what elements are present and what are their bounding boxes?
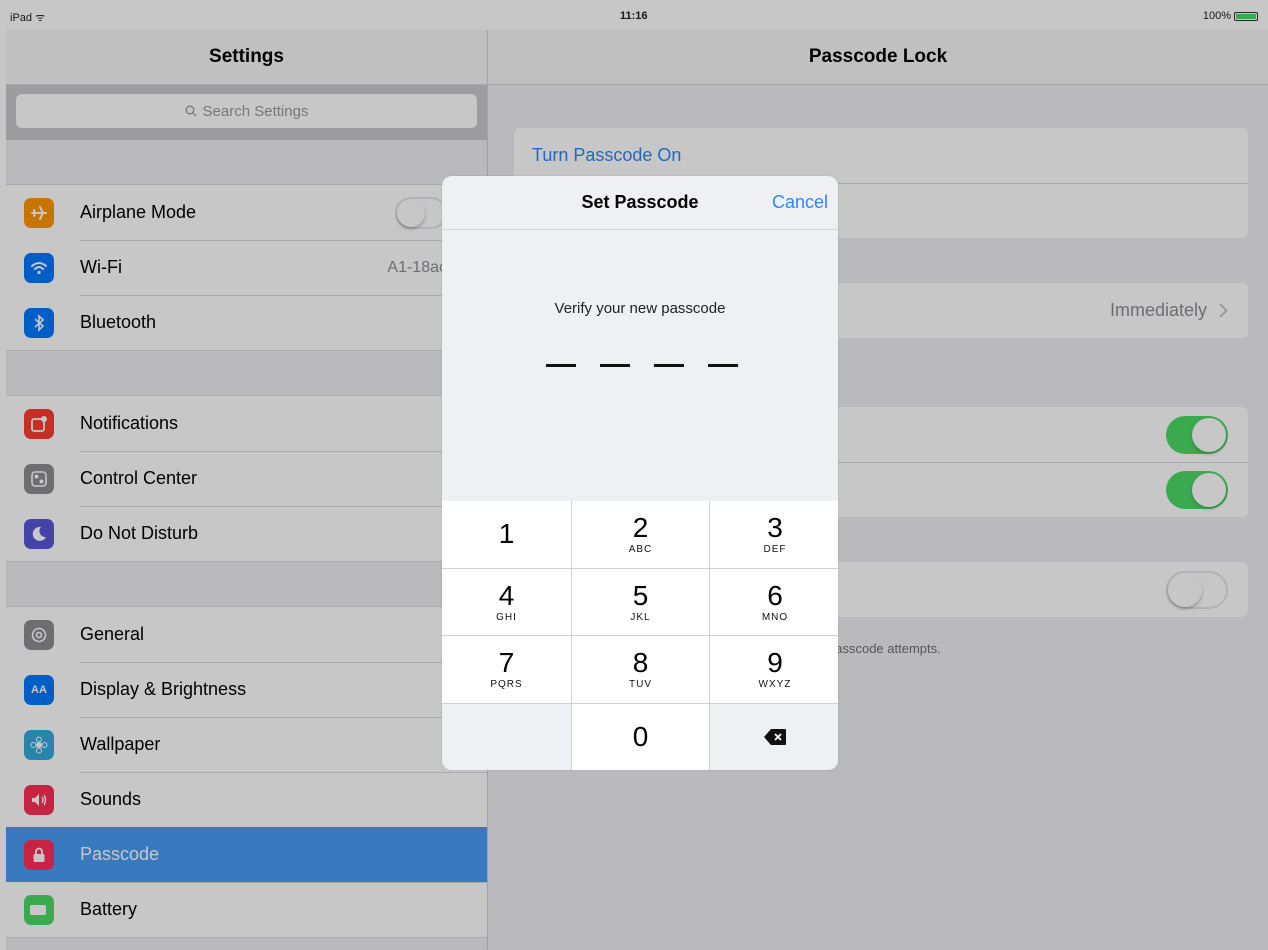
digit-slot xyxy=(600,364,630,367)
keypad-key-1[interactable]: 1 xyxy=(442,501,571,568)
key-digit: 8 xyxy=(632,647,649,679)
key-digit: 1 xyxy=(498,518,515,550)
digit-slot xyxy=(654,364,684,367)
keypad-key-7[interactable]: 7 PQRS xyxy=(442,636,571,703)
key-digit: 4 xyxy=(498,579,515,611)
key-letters: DEF xyxy=(763,544,787,556)
key-letters: MNO xyxy=(761,611,789,623)
keypad-key-3[interactable]: 3 DEF xyxy=(710,501,838,568)
delete-key[interactable] xyxy=(710,703,838,770)
digit-slot xyxy=(546,364,576,367)
ipad-screen: iPad ᯤ 11:16 100% Settings Search Settin… xyxy=(0,0,1268,950)
key-letters: PQRS xyxy=(490,679,523,691)
set-passcode-modal: Set Passcode Cancel Verify your new pass… xyxy=(442,176,838,770)
keypad-key-9[interactable]: 9 WXYZ xyxy=(710,636,838,703)
key-letters: TUV xyxy=(629,679,652,691)
keypad-key-2[interactable]: 2 ABC xyxy=(572,501,709,568)
key-digit: 7 xyxy=(498,647,515,679)
cancel-button[interactable]: Cancel xyxy=(772,192,828,213)
keypad-key-6[interactable]: 6 MNO xyxy=(710,568,838,635)
passcode-prompt: Verify your new passcode xyxy=(554,300,726,317)
backspace-icon xyxy=(764,728,786,745)
key-digit: 6 xyxy=(767,579,783,611)
key-letters: WXYZ xyxy=(758,679,792,691)
keypad-key-0[interactable]: 0 xyxy=(572,703,709,770)
key-digit: 5 xyxy=(632,579,649,611)
keypad-key-4[interactable]: 4 GHI xyxy=(442,568,571,635)
digit-slot xyxy=(708,364,738,367)
key-letters: ABC xyxy=(628,544,653,556)
key-digit: 9 xyxy=(767,647,783,679)
modal-title: Set Passcode xyxy=(581,192,699,212)
key-letters: JKL xyxy=(630,611,651,623)
number-keypad: 1 2 ABC 3 DEF 4 GHI 5 JKL 6 MNO 7 PQRS 8 TUV 9 WXYZ 0 xyxy=(442,501,838,770)
passcode-digit-slots xyxy=(546,364,738,367)
modal-header: Set Passcode Cancel xyxy=(442,176,838,230)
key-digit: 3 xyxy=(767,512,783,544)
key-digit: 2 xyxy=(632,512,649,544)
key-digit: 0 xyxy=(632,720,649,752)
key-letters: GHI xyxy=(496,611,517,623)
keypad-key-5[interactable]: 5 JKL xyxy=(572,568,709,635)
keypad-key-8[interactable]: 8 TUV xyxy=(572,636,709,703)
keypad-blank xyxy=(442,703,571,770)
